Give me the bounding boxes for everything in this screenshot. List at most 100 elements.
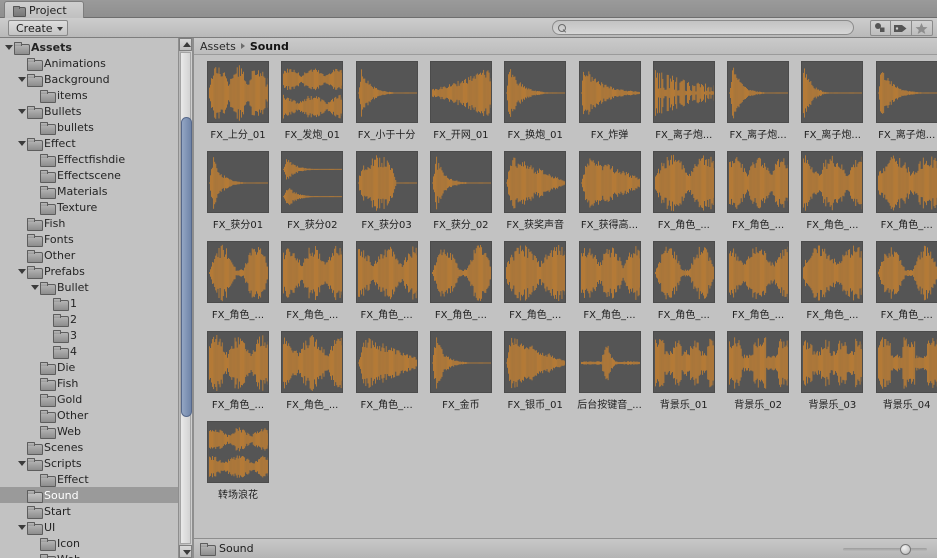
tree-item-other[interactable]: Other bbox=[0, 407, 178, 423]
tree-item-start[interactable]: Start bbox=[0, 503, 178, 519]
tree-item-bullet[interactable]: Bullet bbox=[0, 279, 178, 295]
zoom-slider-knob[interactable] bbox=[899, 544, 911, 555]
asset-item[interactable]: FX_角色_... bbox=[871, 151, 937, 231]
asset-item[interactable]: FX_获分_02 bbox=[425, 151, 497, 231]
asset-item[interactable]: FX_角色_... bbox=[871, 241, 937, 321]
audio-waveform-thumbnail[interactable] bbox=[504, 331, 567, 393]
audio-waveform-thumbnail[interactable] bbox=[429, 151, 492, 213]
asset-item[interactable]: 转场浪花 bbox=[202, 421, 274, 501]
audio-waveform-thumbnail[interactable] bbox=[281, 61, 344, 123]
tree-item-4[interactable]: 4 bbox=[0, 343, 178, 359]
project-tree-panel[interactable]: Assets Animations Background items Bullets bu… bbox=[0, 38, 178, 558]
audio-waveform-thumbnail[interactable] bbox=[207, 331, 269, 393]
asset-item[interactable]: FX_小于十分 bbox=[351, 61, 423, 141]
filter-by-label-icon[interactable] bbox=[891, 20, 912, 36]
tree-item-web[interactable]: Web bbox=[0, 551, 178, 558]
asset-item[interactable]: FX_离子炮... bbox=[796, 61, 868, 141]
asset-item[interactable]: FX_获分02 bbox=[276, 151, 348, 231]
tree-expand-arrow-icon[interactable] bbox=[16, 135, 27, 151]
audio-waveform-thumbnail[interactable] bbox=[578, 61, 641, 123]
scroll-up-arrow-icon[interactable] bbox=[179, 38, 192, 51]
thumbnail-zoom-slider[interactable] bbox=[843, 544, 927, 556]
audio-waveform-thumbnail[interactable] bbox=[652, 241, 715, 303]
asset-grid[interactable]: FX_上分_01 FX_发炮_01 FX_小于十分 FX_开网_01 FX_换炮_01 F… bbox=[194, 55, 937, 540]
asset-item[interactable]: FX_离子炮... bbox=[722, 61, 794, 141]
audio-waveform-thumbnail[interactable] bbox=[801, 61, 864, 123]
tree-item-scripts[interactable]: Scripts bbox=[0, 455, 178, 471]
tree-item-fonts[interactable]: Fonts bbox=[0, 231, 178, 247]
asset-item[interactable]: FX_角色_... bbox=[796, 241, 868, 321]
asset-item[interactable]: 背景乐_03 bbox=[796, 331, 868, 411]
asset-item[interactable]: FX_角色_... bbox=[276, 241, 348, 321]
filter-by-type-icon[interactable] bbox=[870, 20, 891, 36]
audio-waveform-thumbnail[interactable] bbox=[355, 61, 418, 123]
audio-waveform-thumbnail[interactable] bbox=[207, 61, 269, 123]
scroll-down-arrow-icon[interactable] bbox=[179, 545, 192, 558]
audio-waveform-thumbnail[interactable] bbox=[652, 61, 715, 123]
asset-item[interactable]: FX_炸弹 bbox=[574, 61, 646, 141]
tree-item-fish[interactable]: Fish bbox=[0, 215, 178, 231]
asset-item[interactable]: 背景乐_02 bbox=[722, 331, 794, 411]
asset-item[interactable]: FX_银币_01 bbox=[499, 331, 571, 411]
audio-waveform-thumbnail[interactable] bbox=[727, 151, 790, 213]
audio-waveform-thumbnail[interactable] bbox=[652, 331, 715, 393]
audio-waveform-thumbnail[interactable] bbox=[875, 151, 937, 213]
asset-item[interactable]: FX_获得高... bbox=[574, 151, 646, 231]
asset-item[interactable]: FX_离子炮... bbox=[648, 61, 720, 141]
tree-vertical-scrollbar[interactable] bbox=[178, 38, 193, 558]
tree-item-1[interactable]: 1 bbox=[0, 295, 178, 311]
asset-item[interactable]: FX_角色_... bbox=[648, 241, 720, 321]
asset-item[interactable]: FX_换炮_01 bbox=[499, 61, 571, 141]
audio-waveform-thumbnail[interactable] bbox=[429, 61, 492, 123]
create-button[interactable]: Create bbox=[8, 20, 68, 36]
tree-item-ui[interactable]: UI bbox=[0, 519, 178, 535]
audio-waveform-thumbnail[interactable] bbox=[207, 241, 269, 303]
tree-expand-arrow-icon[interactable] bbox=[16, 455, 27, 471]
audio-waveform-thumbnail[interactable] bbox=[801, 241, 864, 303]
tree-item-bullets[interactable]: bullets bbox=[0, 119, 178, 135]
tree-item-effectscene[interactable]: Effectscene bbox=[0, 167, 178, 183]
audio-waveform-thumbnail[interactable] bbox=[727, 331, 790, 393]
audio-waveform-thumbnail[interactable] bbox=[355, 241, 418, 303]
favorites-star-icon[interactable] bbox=[912, 20, 933, 36]
audio-waveform-thumbnail[interactable] bbox=[504, 241, 567, 303]
asset-item[interactable]: FX_发炮_01 bbox=[276, 61, 348, 141]
asset-item[interactable]: FX_角色_... bbox=[351, 331, 423, 411]
audio-waveform-thumbnail[interactable] bbox=[875, 331, 937, 393]
asset-item[interactable]: FX_角色_... bbox=[425, 241, 497, 321]
asset-item[interactable]: FX_角色_... bbox=[722, 151, 794, 231]
tree-item-texture[interactable]: Texture bbox=[0, 199, 178, 215]
tree-item-items[interactable]: items bbox=[0, 87, 178, 103]
asset-item[interactable]: FX_角色_... bbox=[202, 241, 274, 321]
asset-item[interactable]: FX_角色_... bbox=[202, 331, 274, 411]
tree-expand-arrow-icon[interactable] bbox=[16, 519, 27, 535]
asset-item[interactable]: FX_角色_... bbox=[722, 241, 794, 321]
tab-project[interactable]: Project bbox=[4, 1, 84, 18]
tree-item-2[interactable]: 2 bbox=[0, 311, 178, 327]
asset-item[interactable]: FX_开网_01 bbox=[425, 61, 497, 141]
asset-item[interactable]: FX_角色_... bbox=[574, 241, 646, 321]
audio-waveform-thumbnail[interactable] bbox=[875, 61, 937, 123]
tree-expand-arrow-icon[interactable] bbox=[3, 39, 14, 55]
tree-item-background[interactable]: Background bbox=[0, 71, 178, 87]
tree-item-effectfishdie[interactable]: Effectfishdie bbox=[0, 151, 178, 167]
tree-expand-arrow-icon[interactable] bbox=[29, 279, 40, 295]
audio-waveform-thumbnail[interactable] bbox=[875, 241, 937, 303]
audio-waveform-thumbnail[interactable] bbox=[429, 241, 492, 303]
asset-item[interactable]: FX_角色_... bbox=[351, 241, 423, 321]
asset-item[interactable]: FX_角色_... bbox=[796, 151, 868, 231]
audio-waveform-thumbnail[interactable] bbox=[355, 151, 418, 213]
audio-waveform-thumbnail[interactable] bbox=[504, 151, 567, 213]
tree-item-3[interactable]: 3 bbox=[0, 327, 178, 343]
tree-item-fish[interactable]: Fish bbox=[0, 375, 178, 391]
tree-expand-arrow-icon[interactable] bbox=[16, 71, 27, 87]
audio-waveform-thumbnail[interactable] bbox=[504, 61, 567, 123]
audio-waveform-thumbnail[interactable] bbox=[727, 241, 790, 303]
tree-item-materials[interactable]: Materials bbox=[0, 183, 178, 199]
tree-item-web[interactable]: Web bbox=[0, 423, 178, 439]
tree-item-die[interactable]: Die bbox=[0, 359, 178, 375]
tree-item-sound[interactable]: Sound bbox=[0, 487, 178, 503]
asset-item[interactable]: 背景乐_04 bbox=[871, 331, 937, 411]
search-input[interactable] bbox=[570, 21, 850, 34]
asset-item[interactable]: FX_获分01 bbox=[202, 151, 274, 231]
